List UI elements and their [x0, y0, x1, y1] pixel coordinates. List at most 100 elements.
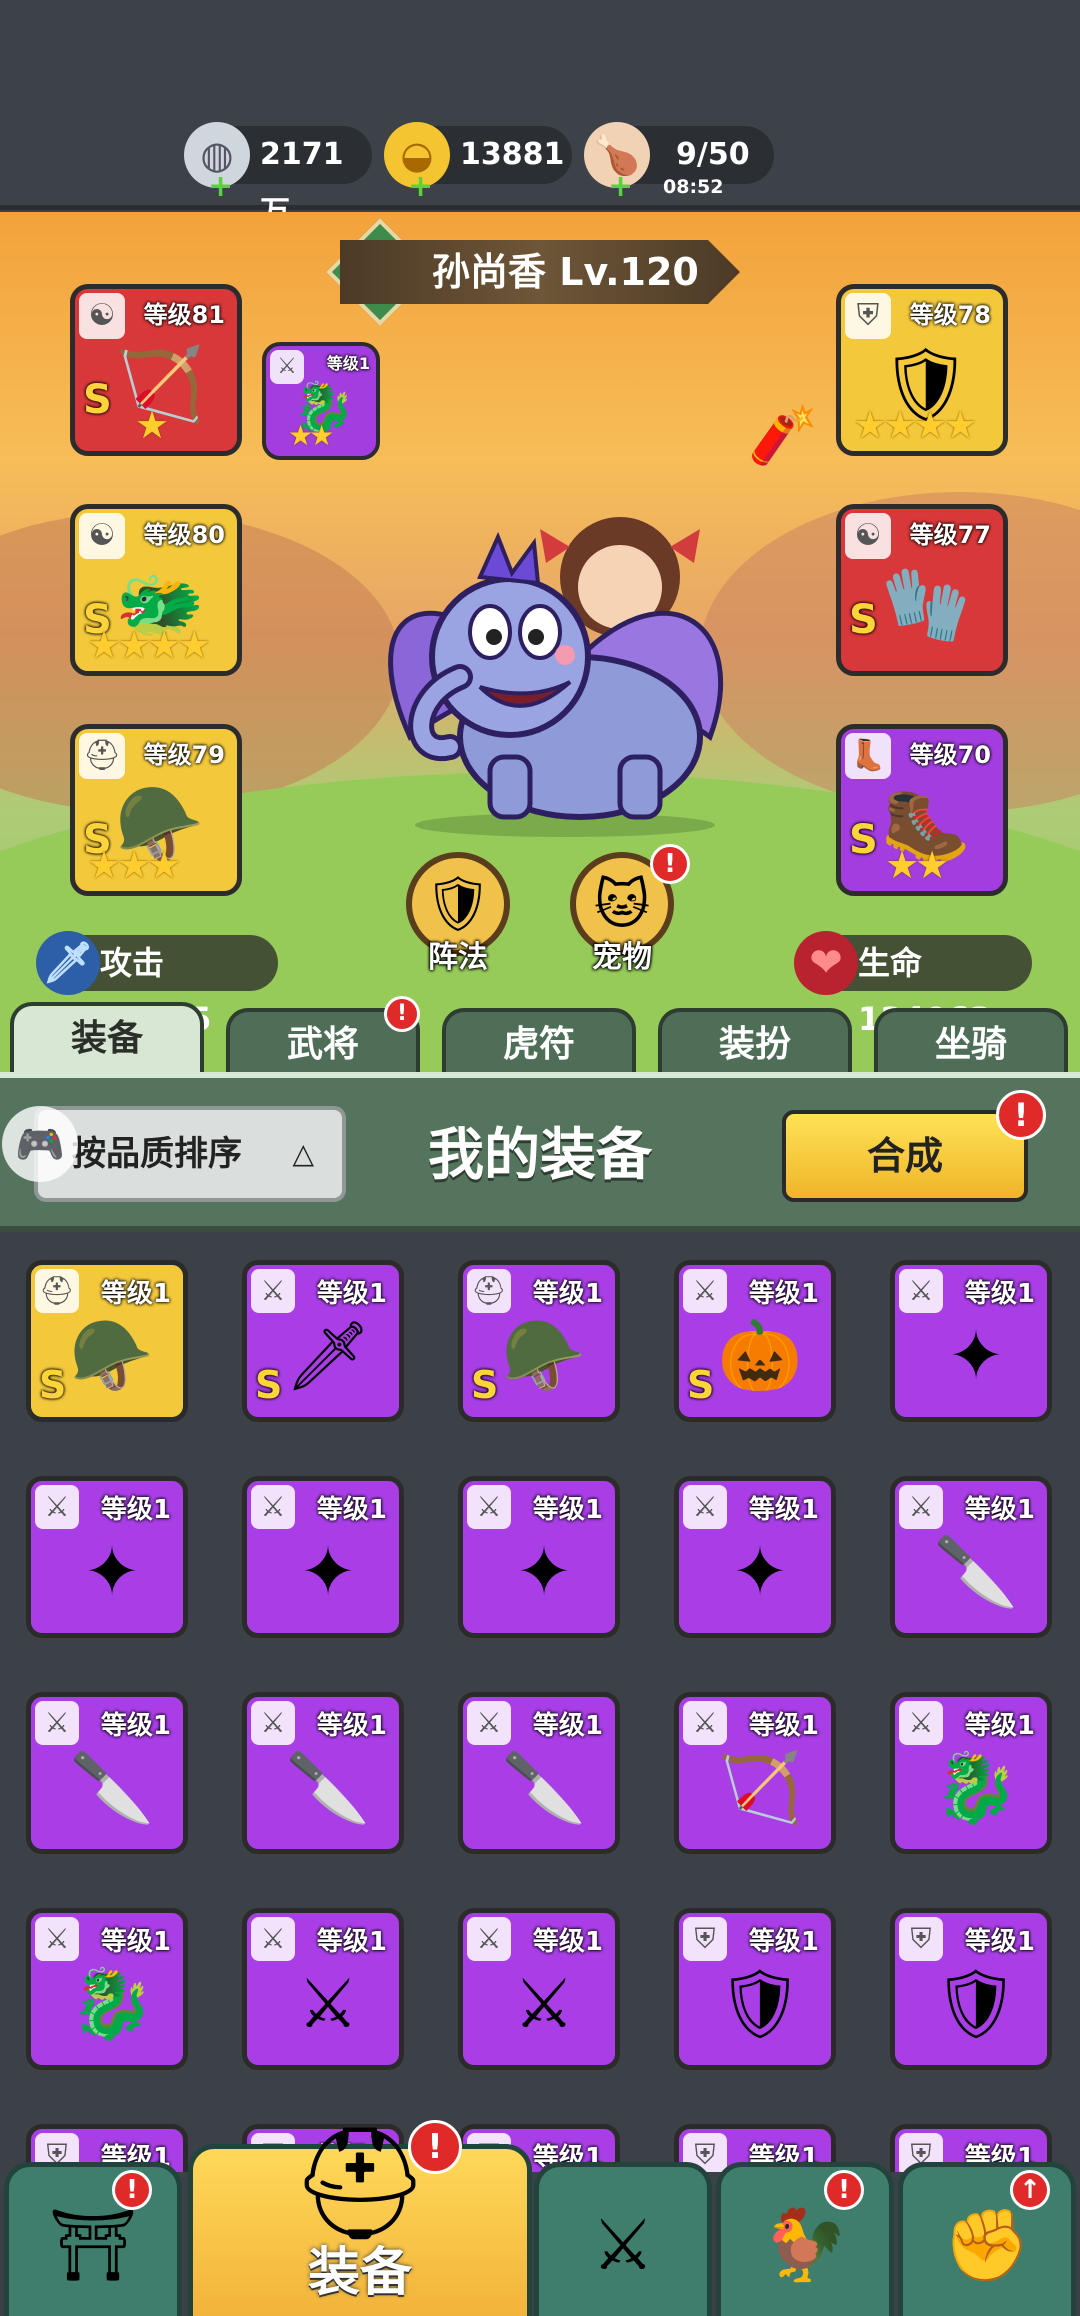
- inventory-item[interactable]: ⚔ 等级1 🗡 S: [242, 1260, 404, 1422]
- bottom-nav: ⛩ ! ⛑ 装备 ! ⚔ 🐓 ! ✊ ↑: [0, 2119, 1080, 2316]
- tab-equipment[interactable]: 装备: [10, 1002, 204, 1078]
- generals-alert-badge: !: [384, 996, 420, 1032]
- gold-armor-icon: 🛡: [932, 1965, 1020, 2044]
- nav-gate[interactable]: ⛩: [4, 2162, 182, 2316]
- gate-icon: ⛩: [48, 2203, 138, 2286]
- inventory-item[interactable]: ⚔ 等级1 ✦: [674, 1476, 836, 1638]
- equip-slot-gloves[interactable]: ☯ 等级77 🧤 S: [836, 504, 1008, 676]
- merge-alert-badge: !: [996, 1090, 1046, 1140]
- upgrade-alert-badge: ↑: [1010, 2170, 1050, 2210]
- tab-tiger-tally[interactable]: 虎符: [442, 1008, 636, 1078]
- tab-costume[interactable]: 装扮: [658, 1008, 852, 1078]
- nav-equipment[interactable]: ⛑ 装备: [188, 2119, 532, 2316]
- equip-slot-boots[interactable]: 👢 等级70 🥾 S ★★: [836, 724, 1008, 896]
- crossed-swords-icon: ⚔: [591, 2204, 655, 2286]
- stamina-value: 9/50: [676, 137, 750, 172]
- equip-slot-weapon[interactable]: ☯ 等级81 🏹 S ★: [70, 284, 242, 456]
- game-screen: ◍ + 2171万 ◒ + 13881 🍗 + 9/50 08:52 蜀 孙尚香…: [0, 0, 1080, 2316]
- curved-blade-icon: 🔪: [501, 1749, 587, 1828]
- gold-armor-icon: 🛡: [716, 1965, 804, 2044]
- inventory-item[interactable]: ⚔ 等级1 ⚔: [458, 1908, 620, 2070]
- top-resource-bar: ◍ + 2171万 ◒ + 13881 🍗 + 9/50 08:52: [0, 0, 1080, 230]
- sort-arrow-icon: △: [292, 1137, 314, 1170]
- nav-equipment-label: 装备: [307, 2243, 412, 2303]
- sort-by-quality-button[interactable]: 按品质排序 △: [34, 1106, 346, 1202]
- inventory-item[interactable]: ⚔ 等级1 🐉: [26, 1908, 188, 2070]
- equip-slot-extra[interactable]: ⚔ 等级1 🐉 ★★: [262, 342, 380, 460]
- slot-level: 等级80: [143, 521, 225, 549]
- star-rating: ★★: [885, 843, 949, 887]
- inventory-item[interactable]: ⚔ 等级1 ✦: [242, 1476, 404, 1638]
- slot-level: 等级81: [143, 301, 225, 329]
- star-rating: ★★★: [87, 843, 181, 887]
- formation-label: 阵法: [428, 940, 488, 975]
- silver-resource[interactable]: ◍ + 2171万: [184, 122, 372, 230]
- inventory-item[interactable]: ⚔ 等级1 🔪: [26, 1692, 188, 1854]
- heart-icon: ❤: [794, 931, 858, 995]
- inventory-item[interactable]: ⛑ 等级1 🪖 S: [26, 1260, 188, 1422]
- equip-slot-helmet[interactable]: ⛑ 等级79 🪖 S ★★★: [70, 724, 242, 896]
- grade-label: S: [849, 817, 878, 863]
- inventory-item[interactable]: ⚔ 等级1 🏹: [674, 1692, 836, 1854]
- star-rating: ★★★★: [87, 623, 211, 667]
- formation-shield-icon: 🛡: [423, 872, 493, 935]
- inventory-item[interactable]: ⛨等级1🛡: [674, 1908, 836, 2070]
- gamepad-icon[interactable]: 🎮: [2, 1106, 78, 1182]
- inventory-item[interactable]: ⚔ 等级1 🔪: [890, 1476, 1052, 1638]
- fist-upgrade-icon: ✊: [943, 2203, 1031, 2286]
- inventory-item[interactable]: ⚔ 等级1 🎃 S: [674, 1260, 836, 1422]
- slot-level: 等级79: [143, 741, 225, 769]
- grade-label: S: [687, 1363, 715, 1407]
- inventory-item[interactable]: ⚔ 等级1 ✦: [458, 1476, 620, 1638]
- star-rating: ★★: [288, 419, 334, 452]
- grade-label: S: [255, 1363, 283, 1407]
- dragon-gun-icon: 🐉: [69, 1965, 155, 2044]
- tab-bar: 装备 武将 ! 虎符 装扮 坐骑: [0, 996, 1080, 1078]
- inventory-item[interactable]: ⚔ 等级1 🔪: [242, 1692, 404, 1854]
- nav-pets[interactable]: 🐓: [716, 2162, 894, 2316]
- add-silver-icon[interactable]: +: [208, 172, 233, 202]
- inventory-item[interactable]: ⚔ 等级1 🐉: [890, 1692, 1052, 1854]
- inventory-item[interactable]: ⛑ 等级1 🪖 S: [458, 1260, 620, 1422]
- gauntlet-icon: 🧤: [881, 561, 971, 646]
- slot-level: 等级77: [909, 521, 991, 549]
- rooster-icon: 🐓: [761, 2203, 849, 2286]
- curved-blade-icon: 🔪: [933, 1533, 1019, 1612]
- shuriken-icon: ✦: [947, 1316, 1005, 1396]
- slot-level: 等级70: [909, 741, 991, 769]
- inventory-item[interactable]: ⚔ 等级1 ✦: [26, 1476, 188, 1638]
- stamina-timer: 08:52: [663, 176, 724, 198]
- inventory-item[interactable]: ⛨等级1🛡: [890, 1908, 1052, 2070]
- inventory-item[interactable]: ⚔ 等级1 ✦: [890, 1260, 1052, 1422]
- hero-name-banner: 孙尚香 Lv.120: [340, 240, 740, 304]
- grade-label: S: [83, 377, 112, 423]
- ice-helmet-icon: 🪖: [69, 1317, 155, 1396]
- shuriken-icon: ✦: [83, 1532, 141, 1612]
- hero-stage: 蜀 孙尚香 Lv.120 ☯ 等级81 🏹 S ★ ⚔ 等级1 🐉 ★★ ☯ 等…: [0, 212, 1080, 1092]
- star-rating: ★: [135, 403, 169, 447]
- ice-helmet-icon: 🪖: [501, 1317, 587, 1396]
- gold-resource[interactable]: ◒ + 13881: [384, 122, 572, 202]
- equipment-alert-badge: !: [408, 2120, 462, 2174]
- shuriken-icon: ✦: [515, 1532, 573, 1612]
- gate-alert-badge: !: [112, 2170, 152, 2210]
- hero-on-winged-elephant[interactable]: [370, 507, 760, 837]
- merge-button[interactable]: 合成: [782, 1110, 1028, 1202]
- pet-label: 宠物: [592, 940, 652, 975]
- pets-alert-badge: !: [824, 2170, 864, 2210]
- tab-mount[interactable]: 坐骑: [874, 1008, 1068, 1078]
- shuriken-icon: ✦: [299, 1532, 357, 1612]
- add-stamina-icon[interactable]: +: [608, 172, 633, 202]
- inventory-item[interactable]: ⚔ 等级1 🔪: [458, 1692, 620, 1854]
- add-gold-icon[interactable]: +: [408, 172, 433, 202]
- cat-icon: 🐱: [593, 872, 651, 936]
- glaive-icon: ⚔: [297, 1964, 359, 2044]
- curved-blade-icon: 🔪: [69, 1749, 155, 1828]
- equip-slot-chest[interactable]: ⛨ 等级78 🛡 ★★★★: [836, 284, 1008, 456]
- glaive-icon: ⚔: [513, 1964, 575, 2044]
- panel-title: 我的装备: [428, 1123, 652, 1188]
- grade-label: S: [39, 1363, 67, 1407]
- equip-slot-armor[interactable]: ☯ 等级80 🐲 S ★★★★: [70, 504, 242, 676]
- nav-battle[interactable]: ⚔: [534, 2162, 712, 2316]
- inventory-item[interactable]: ⚔ 等级1 ⚔: [242, 1908, 404, 2070]
